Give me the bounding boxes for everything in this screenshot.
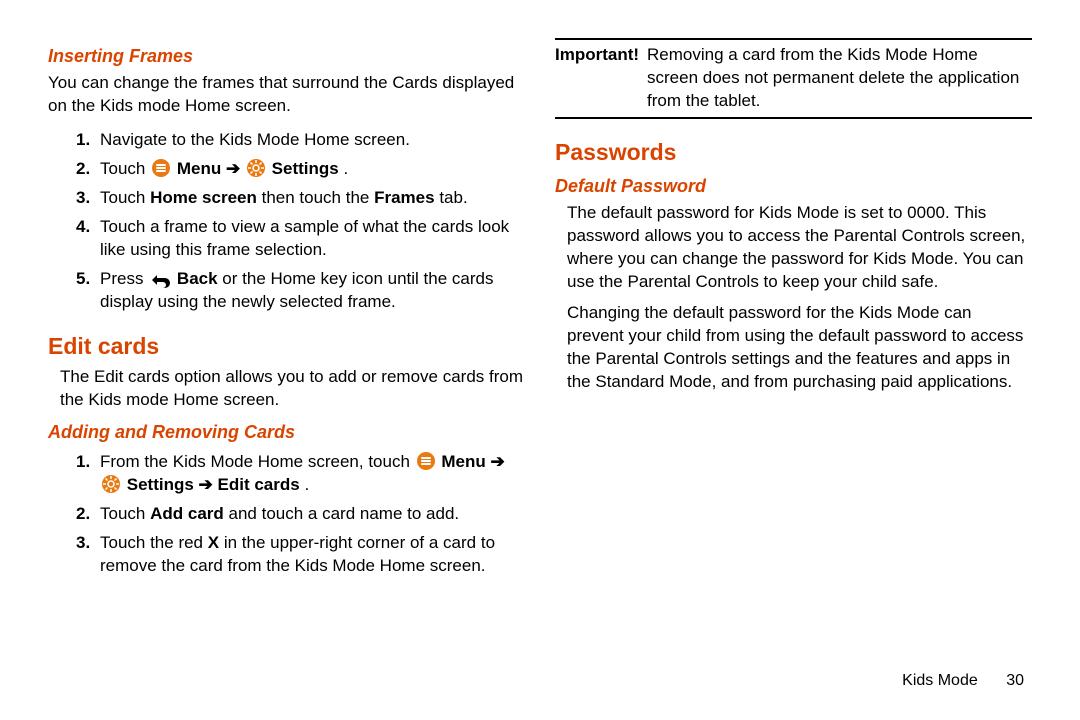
intro-edit-cards: The Edit cards option allows you to add … (60, 366, 525, 412)
step-item: 1. From the Kids Mode Home screen, touch… (76, 448, 525, 500)
right-column: Important! Removing a card from the Kids… (555, 38, 1032, 678)
heading-passwords: Passwords (555, 137, 1032, 168)
settings-icon (246, 158, 266, 178)
step-item: 1. Navigate to the Kids Mode Home screen… (76, 126, 525, 155)
menu-icon (416, 451, 436, 471)
important-label: Important! (555, 44, 647, 113)
subheading-default-password: Default Password (555, 174, 1032, 198)
steps-inserting-frames: 1. Navigate to the Kids Mode Home screen… (76, 126, 525, 317)
settings-icon (101, 474, 121, 494)
left-column: Inserting Frames You can change the fram… (48, 38, 525, 678)
page-footer: Kids Mode 30 (902, 670, 1024, 692)
step-item: 2. Touch Menu ➔ Settings . (76, 155, 525, 184)
step-item: 4. Touch a frame to view a sample of wha… (76, 213, 525, 265)
page-body: Inserting Frames You can change the fram… (0, 0, 1080, 702)
footer-page-number: 30 (1006, 670, 1024, 692)
paragraph-default-password-1: The default password for Kids Mode is se… (567, 202, 1032, 294)
step-item: 5. Press Back or the Home key icon until… (76, 265, 525, 317)
subheading-adding-removing: Adding and Removing Cards (48, 420, 525, 444)
back-icon (149, 272, 171, 288)
footer-chapter: Kids Mode (902, 672, 978, 689)
step-item: 2. Touch Add card and touch a card name … (76, 500, 525, 529)
important-callout: Important! Removing a card from the Kids… (555, 38, 1032, 119)
menu-icon (151, 158, 171, 178)
step-item: 3. Touch the red X in the upper-right co… (76, 529, 525, 581)
paragraph-default-password-2: Changing the default password for the Ki… (567, 302, 1032, 394)
intro-inserting-frames: You can change the frames that surround … (48, 72, 525, 118)
important-text: Removing a card from the Kids Mode Home … (647, 44, 1032, 113)
steps-adding-removing: 1. From the Kids Mode Home screen, touch… (76, 448, 525, 581)
subheading-inserting-frames: Inserting Frames (48, 44, 525, 68)
step-item: 3. Touch Home screen then touch the Fram… (76, 184, 525, 213)
heading-edit-cards: Edit cards (48, 331, 525, 362)
